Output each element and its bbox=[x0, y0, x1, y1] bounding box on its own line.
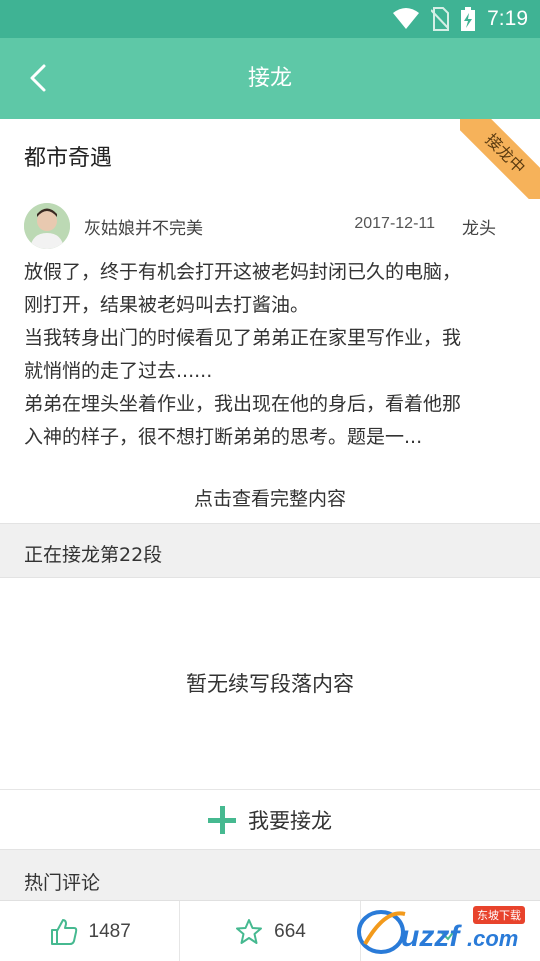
plus-icon bbox=[208, 805, 236, 834]
comments-section-label: 热门评论 bbox=[24, 872, 101, 894]
favorite-button[interactable]: 664 bbox=[180, 901, 361, 961]
author-row: 灰姑娘并不完美 2017-12-11 龙头 bbox=[24, 203, 516, 249]
svg-text:东坡下载: 东坡下载 bbox=[477, 909, 521, 922]
relay-section-header: 正在接龙第22段 bbox=[0, 523, 540, 578]
story-line: 刚打开，结果被老妈叫去打酱油。 bbox=[24, 294, 310, 316]
relay-section-label: 正在接龙第22段 bbox=[24, 544, 163, 566]
svg-text:.com: .com bbox=[467, 926, 518, 951]
story-line: 放假了，终于有机会打开这被老妈封闭已久的电脑， bbox=[24, 261, 462, 283]
ribbon-label: 接龙中 bbox=[460, 119, 540, 199]
continue-relay-button[interactable]: 我要接龙 bbox=[0, 789, 540, 849]
like-button[interactable]: 1487 bbox=[0, 901, 181, 961]
story-line: 当我转身出门的时候看见了弟弟正在家里写作业，我 bbox=[24, 327, 462, 349]
view-full-button[interactable]: 点击查看完整内容 bbox=[0, 484, 540, 514]
author-name[interactable]: 灰姑娘并不完美 bbox=[84, 214, 203, 239]
avatar[interactable] bbox=[24, 203, 70, 249]
story-line: 弟弟在埋头坐着作业，我出现在他的身后，看着他那 bbox=[24, 393, 462, 415]
wifi-icon bbox=[393, 8, 420, 29]
favorite-count: 664 bbox=[274, 920, 306, 942]
status-ribbon: 接龙中 bbox=[460, 119, 540, 199]
uzzf-logo-icon: uzzf .com 东坡下载 bbox=[357, 906, 525, 954]
no-sim-icon bbox=[431, 7, 450, 31]
like-count: 1487 bbox=[88, 920, 131, 942]
battery-charging-icon bbox=[461, 7, 476, 31]
post-date: 2017-12-11 bbox=[354, 215, 435, 232]
story-title: 都市奇遇 bbox=[24, 146, 113, 171]
continue-relay-label: 我要接龙 bbox=[248, 808, 332, 833]
status-icons: 7:19 bbox=[393, 0, 528, 38]
author-role: 龙头 bbox=[462, 219, 496, 239]
watermark-logo: uzzf .com 东坡下载 bbox=[355, 904, 530, 958]
avatar-image bbox=[24, 203, 70, 249]
story-excerpt: 放假了，终于有机会打开这被老妈封闭已久的电脑， 刚打开，结果被老妈叫去打酱油。 … bbox=[24, 256, 516, 454]
story-line: 就悄悄的走了过去...... bbox=[24, 360, 213, 382]
star-icon bbox=[236, 918, 263, 944]
thumbs-up-icon bbox=[50, 918, 77, 945]
story-line: 入神的样子，很不想打断弟弟的思考。题是一... bbox=[24, 426, 423, 448]
comments-section-header: 热门评论 bbox=[0, 849, 540, 903]
status-bar: 7:19 bbox=[0, 0, 540, 38]
status-time: 7:19 bbox=[487, 7, 528, 30]
toolbar: 接龙 bbox=[0, 38, 540, 119]
svg-text:uzzf: uzzf bbox=[401, 920, 462, 953]
page-title: 接龙 bbox=[247, 66, 292, 91]
empty-state-text: 暂无续写段落内容 bbox=[186, 672, 354, 696]
